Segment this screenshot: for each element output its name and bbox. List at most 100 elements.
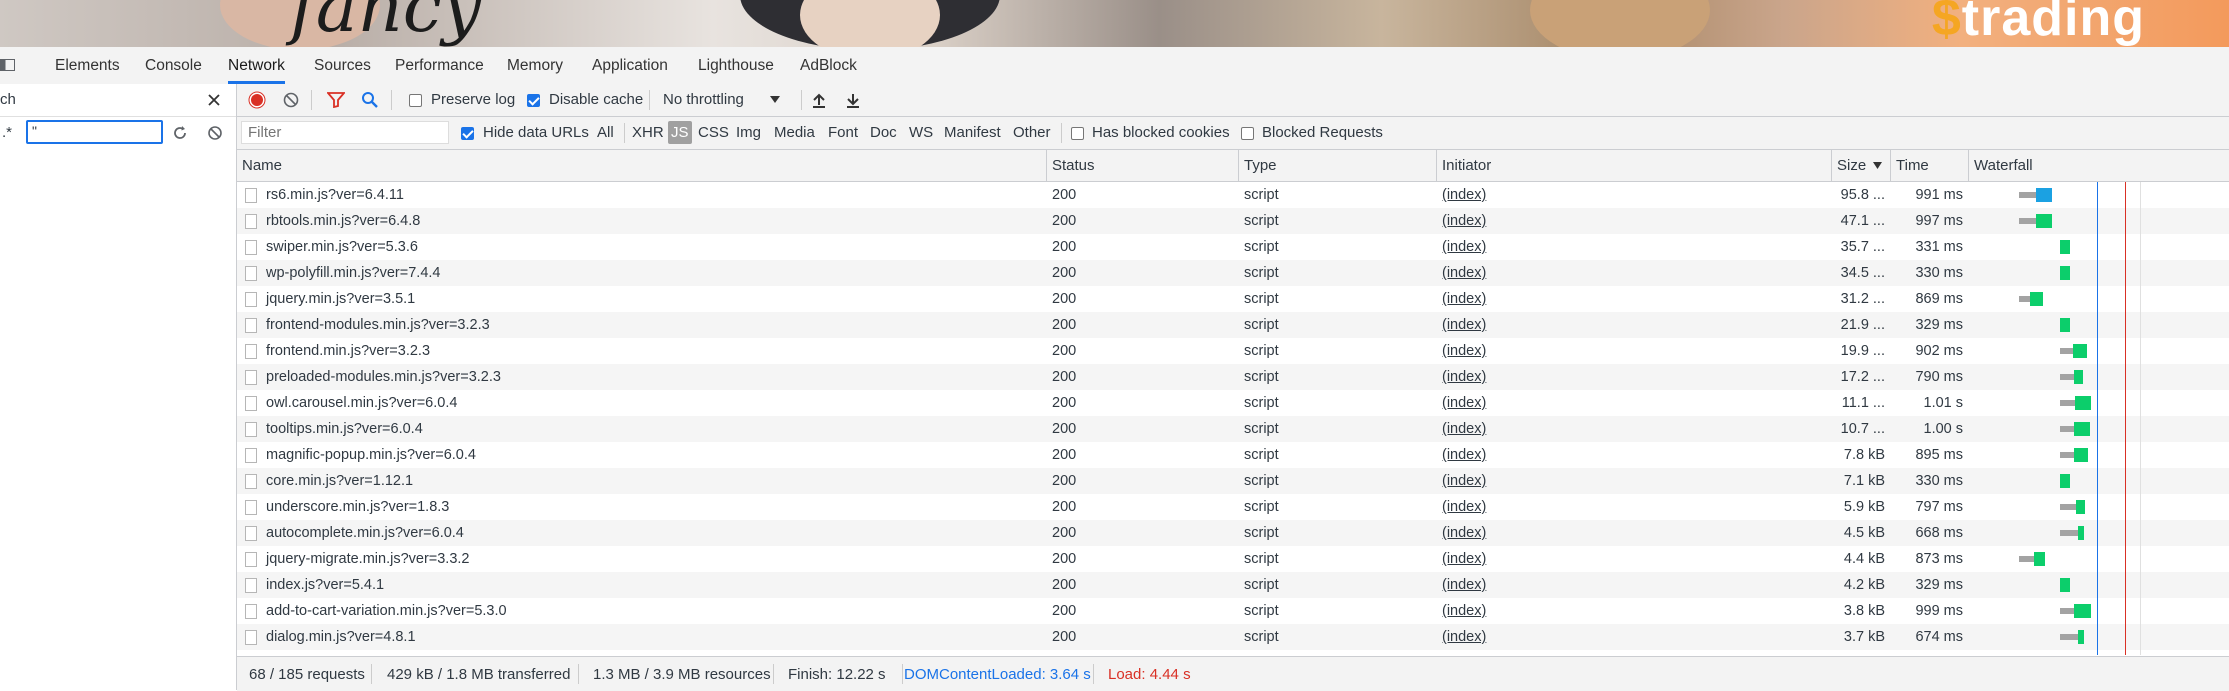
table-row[interactable]: wp-polyfill.min.js?ver=7.4.4 200 script (in… <box>237 260 2229 286</box>
request-name[interactable]: index.js?ver=5.4.1 <box>237 572 1047 598</box>
request-name[interactable]: owl.carousel.min.js?ver=6.0.4 <box>237 390 1047 416</box>
table-row[interactable]: add-to-cart-variation.min.js?ver=5.3.0 20… <box>237 598 2229 624</box>
initiator-link[interactable]: (index) <box>1442 395 1486 411</box>
initiator-link[interactable]: (index) <box>1442 265 1486 281</box>
tab-application[interactable]: Application <box>592 47 668 84</box>
table-row[interactable]: frontend-modules.min.js?ver=3.2.3 200 scri… <box>237 312 2229 338</box>
throttling-select[interactable]: No throttling <box>663 84 793 116</box>
tab-console[interactable]: Console <box>145 47 202 84</box>
table-row[interactable]: autocomplete.min.js?ver=6.0.4 200 script (i… <box>237 520 2229 546</box>
request-name[interactable]: underscore.min.js?ver=1.8.3 <box>237 494 1047 520</box>
request-name[interactable]: rs6.min.js?ver=6.4.11 <box>237 182 1047 208</box>
disable-cache-checkbox[interactable] <box>527 94 540 107</box>
filter-input[interactable]: Filter <box>241 121 449 144</box>
request-name[interactable]: wp-polyfill.min.js?ver=7.4.4 <box>237 260 1047 286</box>
filter-icon[interactable] <box>327 92 345 108</box>
table-row[interactable]: core.min.js?ver=1.12.1 200 script (index) 7.… <box>237 468 2229 494</box>
table-row[interactable]: jquery-migrate.min.js?ver=3.3.2 200 script… <box>237 546 2229 572</box>
table-row[interactable]: magnific-popup.min.js?ver=6.0.4 200 script… <box>237 442 2229 468</box>
column-waterfall[interactable]: Waterfall <box>1969 150 2229 181</box>
table-row[interactable]: rs6.min.js?ver=6.4.11 200 script (index) 95.… <box>237 182 2229 208</box>
has-blocked-cookies-checkbox[interactable] <box>1071 127 1084 140</box>
type-filter-media[interactable]: Media <box>774 124 815 141</box>
initiator-link[interactable]: (index) <box>1442 187 1486 203</box>
tab-elements[interactable]: Elements <box>55 47 120 84</box>
table-row[interactable]: underscore.min.js?ver=1.8.3 200 script (ind… <box>237 494 2229 520</box>
type-filter-xhr[interactable]: XHR <box>632 124 664 141</box>
request-name[interactable]: add-to-cart-variation.min.js?ver=5.3.0 <box>237 598 1047 624</box>
table-row[interactable]: dialog.min.js?ver=4.8.1 200 script (index) 3… <box>237 624 2229 650</box>
initiator-link[interactable]: (index) <box>1442 629 1486 645</box>
initiator-link[interactable]: (index) <box>1442 369 1486 385</box>
request-name[interactable]: dialog.min.js?ver=4.8.1 <box>237 624 1047 650</box>
table-row[interactable]: frontend.min.js?ver=3.2.3 200 script (index… <box>237 338 2229 364</box>
request-name[interactable]: jquery-migrate.min.js?ver=3.3.2 <box>237 546 1047 572</box>
column-status[interactable]: Status <box>1047 150 1239 181</box>
table-row[interactable]: index.js?ver=5.4.1 200 script (index) 4.2 kB… <box>237 572 2229 598</box>
preserve-log-checkbox[interactable] <box>409 94 422 107</box>
clear-log-icon[interactable] <box>283 92 299 108</box>
tab-performance[interactable]: Performance <box>395 47 484 84</box>
request-name[interactable]: tooltips.min.js?ver=6.0.4 <box>237 416 1047 442</box>
blocked-requests-checkbox[interactable] <box>1241 127 1254 140</box>
initiator-link[interactable]: (index) <box>1442 473 1486 489</box>
tab-memory[interactable]: Memory <box>507 47 563 84</box>
initiator-link[interactable]: (index) <box>1442 291 1486 307</box>
tab-lighthouse[interactable]: Lighthouse <box>698 47 774 84</box>
type-filter-other[interactable]: Other <box>1013 124 1051 141</box>
tab-adblock[interactable]: AdBlock <box>800 47 857 84</box>
dock-side-icon[interactable] <box>0 57 16 73</box>
refresh-icon[interactable] <box>172 125 188 141</box>
type-filter-manifest[interactable]: Manifest <box>944 124 1001 141</box>
column-type[interactable]: Type <box>1239 150 1437 181</box>
column-time[interactable]: Time <box>1891 150 1969 181</box>
request-name[interactable]: swiper.min.js?ver=5.3.6 <box>237 234 1047 260</box>
initiator-link[interactable]: (index) <box>1442 525 1486 541</box>
column-initiator[interactable]: Initiator <box>1437 150 1832 181</box>
search-icon[interactable] <box>361 91 379 109</box>
table-row[interactable]: preloaded-modules.min.js?ver=3.2.3 200 scr… <box>237 364 2229 390</box>
request-name[interactable]: autocomplete.min.js?ver=6.0.4 <box>237 520 1047 546</box>
export-har-icon[interactable] <box>845 92 861 108</box>
search-input[interactable]: " <box>26 120 163 144</box>
initiator-link[interactable]: (index) <box>1442 551 1486 567</box>
initiator-link[interactable]: (index) <box>1442 447 1486 463</box>
type-filter-font[interactable]: Font <box>828 124 858 141</box>
request-name[interactable]: frontend-modules.min.js?ver=3.2.3 <box>237 312 1047 338</box>
type-filter-all[interactable]: All <box>597 124 614 141</box>
clear-icon[interactable] <box>207 125 223 141</box>
column-size[interactable]: Size <box>1832 150 1891 181</box>
initiator-link[interactable]: (index) <box>1442 213 1486 229</box>
type-filter-ws[interactable]: WS <box>909 124 933 141</box>
type-filter-js[interactable]: JS <box>668 121 692 144</box>
initiator-link[interactable]: (index) <box>1442 577 1486 593</box>
regex-toggle[interactable]: .* <box>2 124 12 141</box>
initiator-link[interactable]: (index) <box>1442 343 1486 359</box>
table-row[interactable]: jquery.min.js?ver=3.5.1 200 script (index) 3… <box>237 286 2229 312</box>
import-har-icon[interactable] <box>811 92 827 108</box>
type-filter-css[interactable]: CSS <box>698 124 729 141</box>
request-name[interactable]: magnific-popup.min.js?ver=6.0.4 <box>237 442 1047 468</box>
request-name[interactable]: rbtools.min.js?ver=6.4.8 <box>237 208 1047 234</box>
table-row[interactable]: rbtools.min.js?ver=6.4.8 200 script (index)… <box>237 208 2229 234</box>
close-icon[interactable] <box>207 93 221 107</box>
column-name[interactable]: Name <box>237 150 1047 181</box>
request-name[interactable]: core.min.js?ver=1.12.1 <box>237 468 1047 494</box>
type-filter-doc[interactable]: Doc <box>870 124 897 141</box>
table-row[interactable]: tooltips.min.js?ver=6.0.4 200 script (index… <box>237 416 2229 442</box>
request-name[interactable]: jquery.min.js?ver=3.5.1 <box>237 286 1047 312</box>
initiator-link[interactable]: (index) <box>1442 421 1486 437</box>
hide-data-urls-checkbox[interactable] <box>461 127 474 140</box>
type-filter-img[interactable]: Img <box>736 124 761 141</box>
initiator-link[interactable]: (index) <box>1442 499 1486 515</box>
initiator-link[interactable]: (index) <box>1442 317 1486 333</box>
request-name[interactable]: preloaded-modules.min.js?ver=3.2.3 <box>237 364 1047 390</box>
record-button[interactable] <box>248 91 266 109</box>
table-row[interactable]: owl.carousel.min.js?ver=6.0.4 200 script (i… <box>237 390 2229 416</box>
request-name[interactable]: frontend.min.js?ver=3.2.3 <box>237 338 1047 364</box>
initiator-link[interactable]: (index) <box>1442 603 1486 619</box>
initiator-link[interactable]: (index) <box>1442 239 1486 255</box>
tab-sources[interactable]: Sources <box>314 47 371 84</box>
table-row[interactable]: swiper.min.js?ver=5.3.6 200 script (index) 3… <box>237 234 2229 260</box>
tab-network[interactable]: Network <box>228 47 285 84</box>
